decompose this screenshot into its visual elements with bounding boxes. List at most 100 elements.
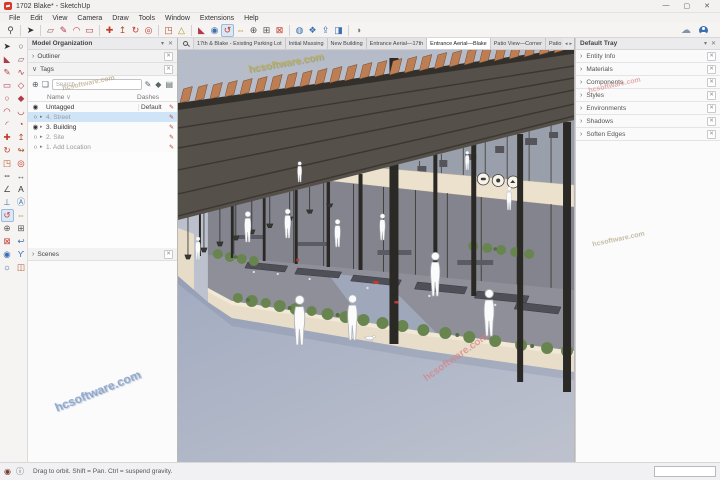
paint-bucket-tool-icon[interactable]: ◣ (1, 53, 14, 66)
close-icon[interactable]: ✕ (164, 52, 173, 61)
close-icon[interactable]: ✕ (711, 40, 716, 47)
three-point-arc-tool-icon[interactable]: ◜ (1, 118, 14, 131)
details-icon[interactable]: ▤ (165, 80, 173, 89)
dimension-tool-icon[interactable]: ↔ (15, 170, 28, 183)
scene-tab[interactable]: Patio View—Corner (491, 38, 546, 49)
tray-item[interactable]: › Entity Info ✕ (576, 50, 720, 63)
menu-item[interactable]: Tools (134, 15, 160, 22)
zoom-tool-icon[interactable]: ⊕ (247, 24, 260, 37)
tags-search-input[interactable] (52, 79, 142, 90)
add-tag-folder-icon[interactable]: ❏ (42, 80, 49, 89)
arc-tool-icon[interactable]: ◠ (70, 24, 83, 37)
line-tool-icon[interactable]: ✎ (1, 66, 14, 79)
zoom-tool-icon[interactable]: ⊕ (1, 222, 14, 235)
dashes-value[interactable]: Default (138, 104, 166, 111)
edit-pencil-icon[interactable]: ✎ (166, 124, 174, 131)
cloud-icon[interactable]: ☁ (681, 25, 691, 36)
scene-tab[interactable]: Initial Massing (286, 38, 328, 49)
tray-item[interactable]: › Shadows ✕ (576, 115, 720, 128)
eraser-tool-icon[interactable]: ▱ (44, 24, 57, 37)
menu-item[interactable]: Draw (107, 15, 133, 22)
move-tool-icon[interactable]: ✚ (1, 131, 14, 144)
push-pull-tool-icon[interactable]: ↥ (15, 131, 28, 144)
zoom-window-tool-icon[interactable]: ⊞ (15, 222, 28, 235)
scene-search-button[interactable] (178, 38, 194, 49)
axes-tool-icon[interactable]: ⊥ (1, 196, 14, 209)
pie-tool-icon[interactable]: ◔ (15, 118, 28, 131)
rectangle-tool-icon[interactable]: ▭ (1, 79, 14, 92)
scene-tab[interactable]: New Building (328, 38, 367, 49)
rotate-tool-icon[interactable]: ↻ (129, 24, 142, 37)
extension-warehouse-icon[interactable]: ❖ (306, 24, 319, 37)
search-tool-icon[interactable]: ⚲ (4, 24, 17, 37)
pin-icon[interactable]: ▾ (161, 40, 164, 47)
tag-row-building[interactable]: ◉ ▸ 3. Building ✎ (28, 122, 177, 132)
protractor-tool-icon[interactable]: ∠ (1, 183, 14, 196)
menu-item[interactable]: Help (239, 15, 263, 22)
toolbar-separator[interactable] (191, 25, 192, 36)
close-icon[interactable]: ✕ (707, 65, 716, 74)
tags-section-header[interactable]: ∨ Tags ✕ (28, 63, 177, 76)
menu-item[interactable]: Window (160, 15, 195, 22)
scale-tool-icon[interactable]: ◳ (1, 157, 14, 170)
visibility-eye-icon[interactable]: ◉ (31, 123, 40, 131)
share-model-icon[interactable]: ⇪ (319, 24, 332, 37)
close-icon[interactable]: ✕ (707, 78, 716, 87)
rotated-rectangle-tool-icon[interactable]: ◇ (15, 79, 28, 92)
walk-tool-icon[interactable]: ϒ (15, 248, 28, 261)
pan-tool-icon[interactable]: ⇔ (234, 24, 247, 37)
toolbar-separator[interactable] (158, 25, 159, 36)
help-icon[interactable]: ⓘ (16, 466, 24, 477)
styles-dropdown-icon[interactable]: ◑ (352, 24, 365, 37)
menu-item[interactable]: Camera (72, 15, 107, 22)
visibility-eye-icon[interactable]: ◉ (31, 103, 40, 111)
visibility-eye-icon[interactable]: ○ (31, 134, 40, 141)
menu-item[interactable]: View (47, 15, 72, 22)
model-3d-view[interactable] (178, 50, 574, 462)
move-tool-icon[interactable]: ✚ (103, 24, 116, 37)
tabs-scroll-left-button[interactable]: ◂ (565, 41, 568, 47)
visibility-eye-icon[interactable]: ○ (31, 144, 40, 151)
orbit-tool-icon[interactable]: ↺ (221, 24, 234, 37)
section-plane-tool-icon[interactable]: ◫ (15, 261, 28, 274)
scenes-section-header[interactable]: › Scenes ✕ (28, 248, 177, 261)
name-column-header[interactable]: Name (47, 94, 64, 101)
tray-item[interactable]: › Components ✕ (576, 76, 720, 89)
tape-measure-tool-icon[interactable]: ┅ (1, 170, 14, 183)
close-icon[interactable]: ✕ (707, 52, 716, 61)
orbit-tool-icon[interactable]: ↺ (1, 209, 14, 222)
menu-item[interactable]: Edit (25, 15, 47, 22)
send-to-layout-icon[interactable]: ◨ (332, 24, 345, 37)
circle-tool-icon[interactable]: ○ (1, 92, 14, 105)
menu-item[interactable]: File (4, 15, 25, 22)
edit-pencil-icon[interactable]: ✎ (166, 114, 174, 121)
scene-tab[interactable]: 17th & Blake - Existing Parking Lot (194, 38, 286, 49)
tray-item[interactable]: › Soften Edges ✕ (576, 128, 720, 141)
toolbar-separator[interactable] (289, 25, 290, 36)
model-canvas[interactable] (178, 50, 574, 462)
zoom-window-tool-icon[interactable]: ⊞ (260, 24, 273, 37)
position-camera-tool-icon[interactable]: ◉ (208, 24, 221, 37)
eraser-tool-icon[interactable]: ▱ (15, 53, 28, 66)
edit-pencil-icon[interactable]: ✎ (166, 144, 174, 151)
lasso-tool-icon[interactable]: ○ (15, 40, 28, 53)
toolbar-separator[interactable] (40, 25, 41, 36)
select-tool-icon[interactable]: ➤ (24, 24, 37, 37)
line-tool-icon[interactable]: ✎ (57, 24, 70, 37)
toolbar-separator[interactable] (20, 25, 21, 36)
menu-item[interactable]: Extensions (195, 15, 239, 22)
tabs-scroll-right-button[interactable]: ▸ (569, 41, 572, 47)
pin-icon[interactable]: ▾ (704, 40, 707, 47)
axes-tool-icon[interactable]: △ (175, 24, 188, 37)
close-icon[interactable]: ✕ (707, 91, 716, 100)
close-icon[interactable]: ✕ (707, 117, 716, 126)
close-icon[interactable]: ✕ (164, 250, 173, 259)
maximize-button[interactable]: ▢ (684, 2, 691, 10)
scene-tab[interactable]: Patio View—17th (546, 38, 563, 49)
edit-pencil-icon[interactable]: ✎ (166, 104, 174, 111)
close-button[interactable]: ✕ (704, 2, 710, 10)
position-camera-tool-icon[interactable]: ◉ (1, 248, 14, 261)
tray-item[interactable]: › Styles ✕ (576, 89, 720, 102)
scene-tab[interactable]: Entrance Aerial—Blake (427, 38, 491, 49)
edit-pencil-icon[interactable]: ✎ (166, 134, 174, 141)
